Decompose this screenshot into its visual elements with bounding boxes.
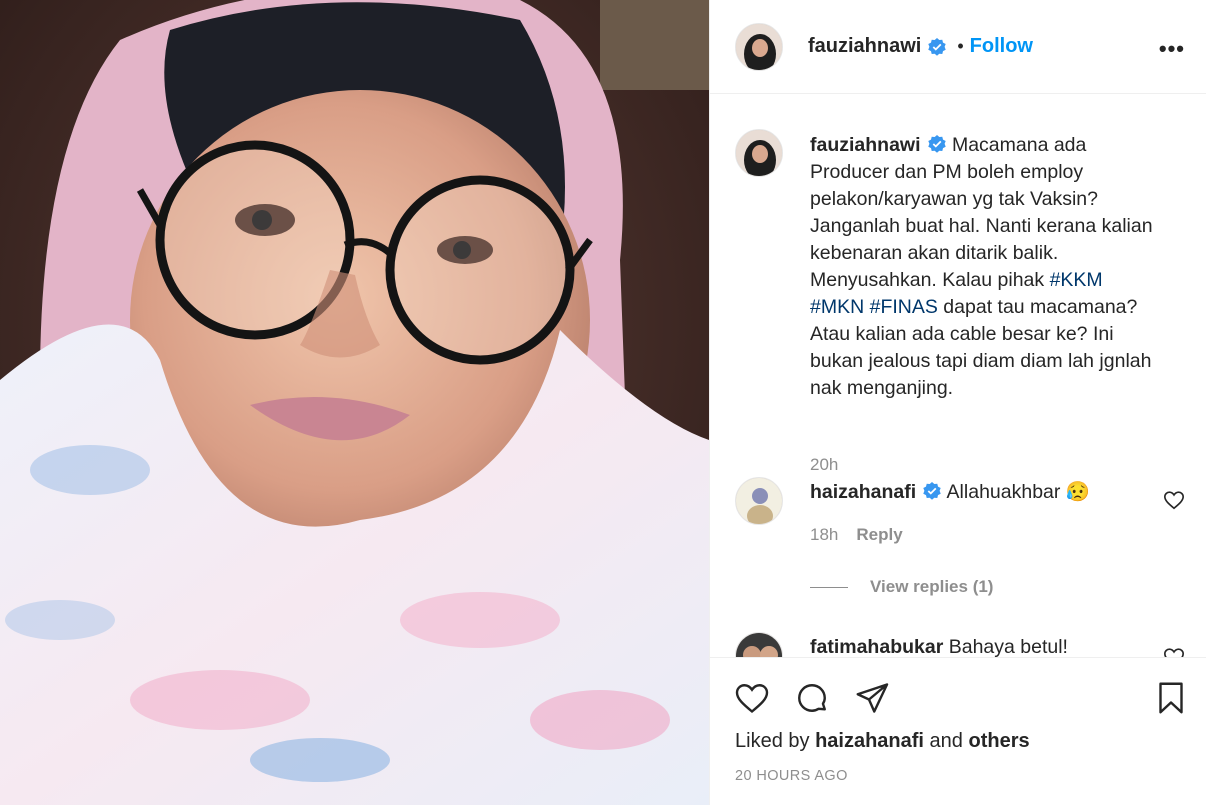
liked-by-user[interactable]: haizahanafi [815, 730, 924, 752]
hashtag-kkm[interactable]: #KKM [1050, 269, 1103, 291]
view-replies-label: View replies (1) [870, 577, 994, 596]
avatar-image [736, 633, 782, 657]
view-replies-button[interactable]: View replies (1) [810, 577, 993, 597]
and-label: and [929, 730, 963, 752]
liked-by-label: Liked by [735, 730, 810, 752]
commenter-avatar[interactable] [735, 477, 783, 525]
post-side-panel: fauziahnawi • Follow ••• fauziahnawi Mac… [709, 0, 1206, 805]
comment-time[interactable]: 18h [810, 525, 838, 544]
like-heart-icon[interactable] [734, 680, 770, 716]
comment-username[interactable]: fatimahabukar [810, 636, 943, 657]
author-avatar[interactable] [735, 22, 783, 71]
like-comment-heart-icon[interactable] [1163, 646, 1185, 657]
comment-bubble-icon[interactable] [794, 680, 830, 716]
follow-button[interactable]: Follow [970, 35, 1033, 58]
hashtag-mkn[interactable]: #MKN [810, 296, 864, 318]
comment-text: haizahanafi Allahuakhbar 😥 [810, 479, 1155, 506]
avatar-image [736, 23, 782, 70]
author-username[interactable]: fauziahnawi [808, 35, 921, 58]
verified-badge-icon [927, 134, 947, 154]
post-timestamp[interactable]: 20 HOURS AGO [735, 768, 848, 784]
avatar-image [736, 130, 782, 176]
liked-by-text: Liked by haizahanafi and others [735, 730, 1030, 753]
share-paper-plane-icon[interactable] [854, 680, 890, 716]
reply-button[interactable]: Reply [856, 525, 902, 544]
save-bookmark-icon[interactable] [1153, 680, 1189, 716]
portrait-illustration [0, 0, 709, 805]
like-comment-heart-icon[interactable] [1163, 489, 1185, 511]
hashtag-finas[interactable]: #FINAS [870, 296, 938, 318]
verified-badge-icon [922, 481, 942, 501]
comment-body: Bahaya betul! [948, 636, 1068, 657]
caption-text: fauziahnawi Macamana ada Producer dan PM… [810, 132, 1155, 402]
post-header: fauziahnawi • Follow ••• [710, 0, 1206, 94]
divider-line [810, 586, 848, 588]
others-link[interactable]: others [968, 730, 1029, 752]
post-actions: Liked by haizahanafi and others 20 HOURS… [710, 657, 1206, 805]
comment-username[interactable]: haizahanafi [810, 481, 916, 503]
caption-time[interactable]: 20h [810, 455, 838, 475]
comment-text: fatimahabukar Bahaya betul! [810, 634, 1155, 657]
more-options-icon[interactable]: ••• [1159, 36, 1185, 62]
verified-badge-icon [927, 37, 947, 57]
caption-avatar[interactable] [735, 129, 783, 177]
caption-body: Macamana ada Producer dan PM boleh emplo… [810, 134, 1153, 291]
avatar-image [736, 478, 782, 524]
caption-username[interactable]: fauziahnawi [810, 134, 921, 156]
post-photo[interactable] [0, 0, 709, 805]
separator-dot: • [957, 36, 964, 56]
comment-body: Allahuakhbar 😥 [946, 481, 1091, 503]
commenter-avatar[interactable] [735, 632, 783, 657]
comments-section[interactable]: fauziahnawi Macamana ada Producer dan PM… [710, 95, 1206, 657]
comment-meta: 18h Reply [810, 525, 903, 545]
